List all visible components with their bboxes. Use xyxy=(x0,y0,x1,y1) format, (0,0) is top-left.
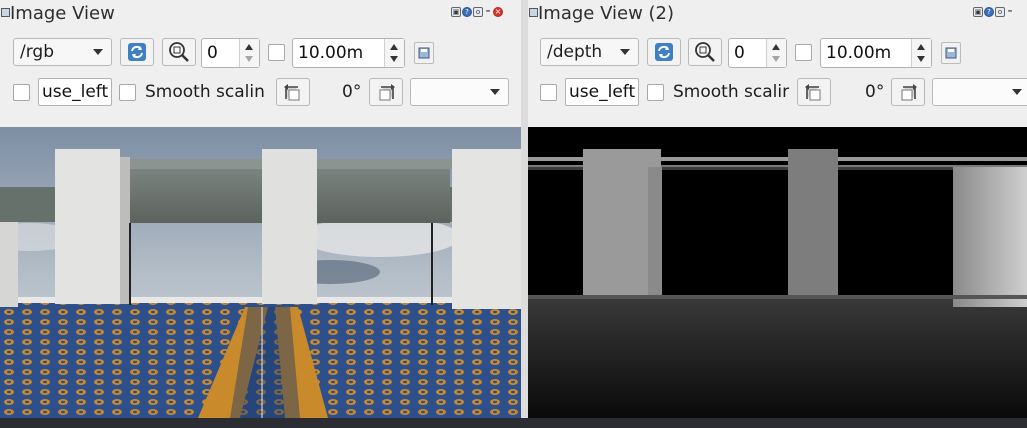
title-bar: Image View ▣ ? o - × xyxy=(0,0,521,28)
spin-buttons[interactable] xyxy=(911,39,931,67)
chevron-down-icon xyxy=(620,49,630,55)
restore-icon[interactable]: ▣ xyxy=(973,7,983,17)
restore-icon[interactable]: ▣ xyxy=(451,7,461,17)
chevron-down-icon xyxy=(490,89,500,95)
rotate-right-button[interactable] xyxy=(891,78,925,106)
toolbar-row-1: /rgb 0 10.00m xyxy=(0,38,521,68)
spin-up-icon[interactable] xyxy=(917,44,925,50)
rgb-image-view[interactable] xyxy=(0,127,521,418)
topic-combo[interactable]: /rgb xyxy=(13,38,112,66)
toolbar-row-1: /depth 0 10.00m xyxy=(528,38,1027,68)
smooth-scaling-checkbox[interactable] xyxy=(647,84,664,101)
toolbar-row-2: use_left Smooth scalir 0° xyxy=(528,78,1027,108)
refresh-button[interactable] xyxy=(647,38,681,66)
mouse-topic-field[interactable]: use_left xyxy=(38,78,112,106)
depth-image-view[interactable] xyxy=(528,127,1027,418)
bottom-status-strip xyxy=(0,418,1027,428)
window-title: Image View (2) xyxy=(538,3,675,24)
rotate-left-icon xyxy=(805,84,821,101)
minimize-icon[interactable]: - xyxy=(484,4,492,18)
color-scheme-combo[interactable] xyxy=(932,78,1027,106)
window-controls: ▣ ? o - xyxy=(973,4,1014,18)
topic-value: /depth xyxy=(547,42,603,62)
window-icon xyxy=(1,8,10,17)
help-icon[interactable]: ? xyxy=(984,7,994,17)
image-view-panel-1: Image View ▣ ? o - × /rgb 0 10.00m use_l… xyxy=(0,0,521,428)
zoom-value: 0 xyxy=(207,43,218,63)
rotate-right-button[interactable] xyxy=(369,78,403,106)
smooth-scaling-checkbox[interactable] xyxy=(119,84,136,101)
panel-splitter[interactable] xyxy=(521,0,528,428)
range-checkbox[interactable] xyxy=(268,44,285,61)
refresh-icon xyxy=(128,43,146,61)
chevron-down-icon xyxy=(1012,89,1022,95)
close-icon[interactable]: × xyxy=(493,7,503,17)
rotate-right-icon xyxy=(901,84,917,101)
spin-down-icon[interactable] xyxy=(917,56,925,62)
smooth-scaling-label: Smooth scalin xyxy=(145,82,265,102)
zoom-fit-button[interactable] xyxy=(688,38,722,66)
spin-down-icon[interactable] xyxy=(390,56,398,62)
window-icon xyxy=(529,8,538,17)
save-image-button[interactable] xyxy=(941,42,961,64)
save-icon xyxy=(945,47,957,59)
rotate-left-icon xyxy=(284,84,300,101)
spin-buttons[interactable] xyxy=(766,39,786,67)
max-range-spinbox[interactable]: 10.00m xyxy=(820,38,932,68)
zoom-spinbox[interactable]: 0 xyxy=(201,38,260,68)
color-scheme-combo[interactable] xyxy=(410,78,509,106)
spin-buttons[interactable] xyxy=(239,39,259,67)
max-range-value: 10.00m xyxy=(298,43,364,63)
mouse-topic-value: use_left xyxy=(569,82,636,102)
spin-buttons[interactable] xyxy=(384,39,404,67)
save-icon xyxy=(418,47,430,59)
chevron-down-icon xyxy=(93,49,103,55)
range-checkbox[interactable] xyxy=(795,44,812,61)
zoom-value: 0 xyxy=(734,43,745,63)
zoom-spinbox[interactable]: 0 xyxy=(728,38,787,68)
spin-down-icon[interactable] xyxy=(772,56,780,62)
rgb-image xyxy=(0,127,521,418)
spin-up-icon[interactable] xyxy=(390,44,398,50)
rotate-left-button[interactable] xyxy=(797,78,831,106)
topic-combo[interactable]: /depth xyxy=(540,38,639,66)
title-bar: Image View (2) ▣ ? o - xyxy=(528,0,1027,28)
minimize-icon[interactable]: - xyxy=(1006,4,1014,18)
window-title: Image View xyxy=(10,3,115,24)
refresh-icon xyxy=(655,43,673,61)
rotate-left-button[interactable] xyxy=(276,78,310,106)
settings-icon[interactable]: o xyxy=(995,7,1005,17)
image-view-panel-2: Image View (2) ▣ ? o - /depth 0 10.00m u… xyxy=(528,0,1027,428)
window-controls: ▣ ? o - × xyxy=(451,4,503,18)
toolbar-row-2: use_left Smooth scalin 0° xyxy=(0,78,521,108)
depth-image xyxy=(528,127,1027,418)
zoom-icon xyxy=(169,42,189,62)
mouse-topic-field[interactable]: use_left xyxy=(565,78,639,106)
mouse-topic-value: use_left xyxy=(42,82,109,102)
zoom-icon xyxy=(695,42,715,62)
help-icon[interactable]: ? xyxy=(462,7,472,17)
max-range-value: 10.00m xyxy=(826,43,892,63)
topic-value: /rgb xyxy=(20,42,54,62)
mouse-left-checkbox[interactable] xyxy=(13,84,30,101)
save-image-button[interactable] xyxy=(414,42,434,64)
rotate-right-icon xyxy=(379,84,395,101)
refresh-button[interactable] xyxy=(120,38,154,66)
spin-up-icon[interactable] xyxy=(772,44,780,50)
zoom-fit-button[interactable] xyxy=(162,38,196,66)
spin-down-icon[interactable] xyxy=(245,56,253,62)
smooth-scaling-label: Smooth scalir xyxy=(673,82,790,102)
rotation-label: 0° xyxy=(865,82,885,102)
spin-up-icon[interactable] xyxy=(245,44,253,50)
max-range-spinbox[interactable]: 10.00m xyxy=(292,38,405,68)
settings-icon[interactable]: o xyxy=(473,7,483,17)
mouse-left-checkbox[interactable] xyxy=(540,84,557,101)
rotation-label: 0° xyxy=(342,82,362,102)
